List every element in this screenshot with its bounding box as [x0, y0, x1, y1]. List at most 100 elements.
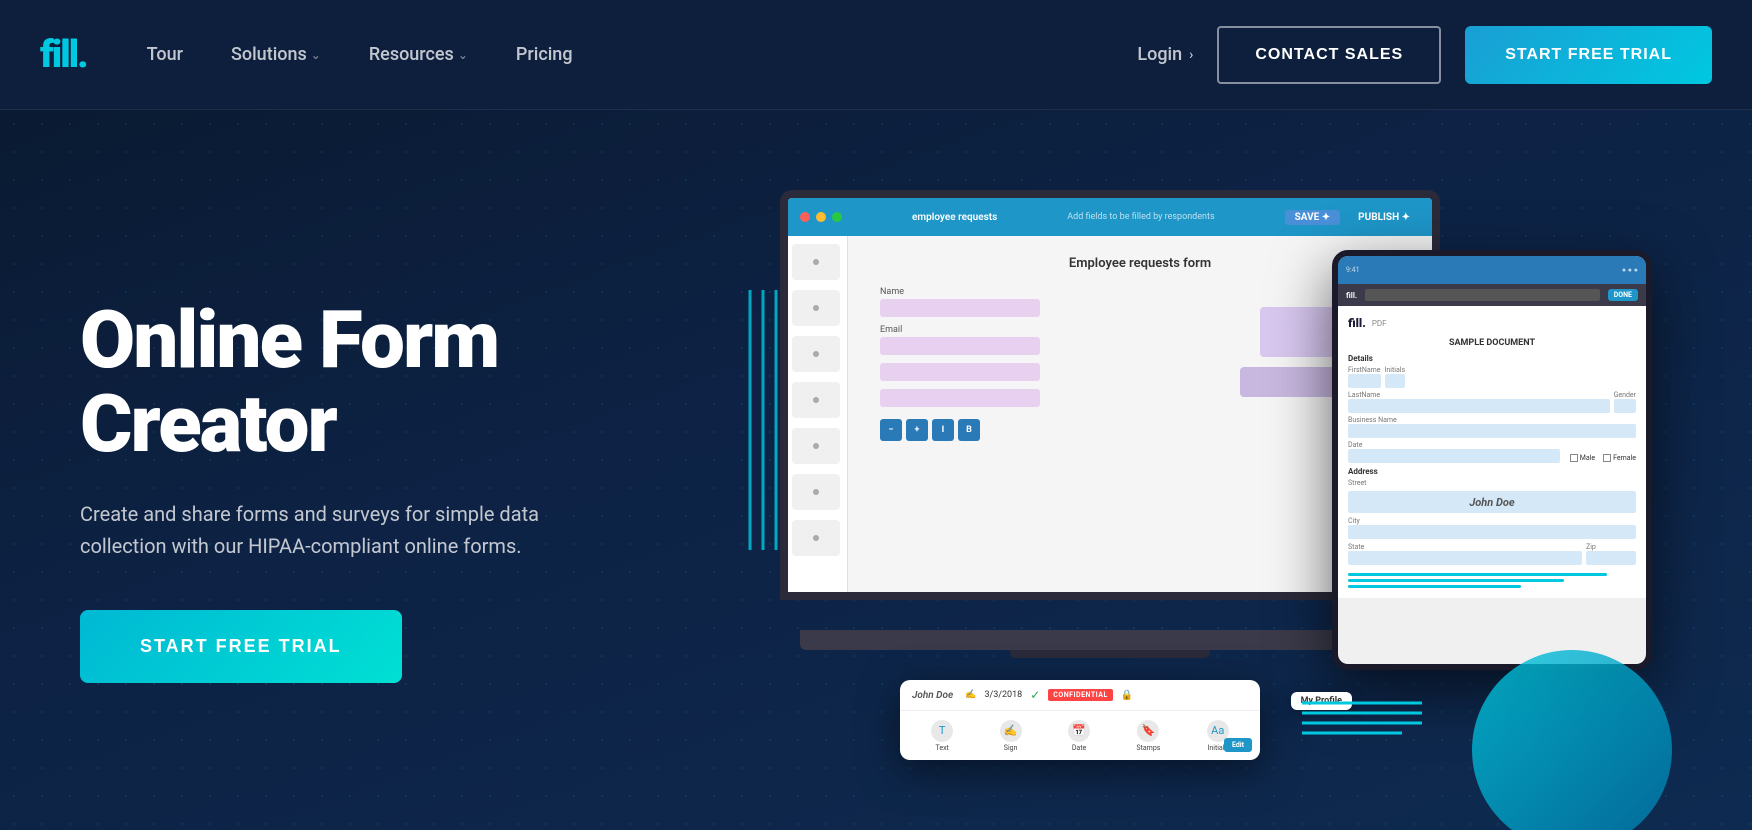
- nav-pricing[interactable]: Pricing: [516, 44, 573, 65]
- sig-date: 3/3/2018: [984, 690, 1022, 700]
- toolbar-btn-4: B: [958, 419, 980, 441]
- arrow-icon: ›: [1189, 47, 1193, 63]
- tablet-street-label: Street: [1348, 479, 1636, 487]
- tablet-state-label: State: [1348, 543, 1582, 551]
- sidebar-icon-7: [792, 520, 840, 556]
- deco-line-1: [1348, 573, 1607, 576]
- sig-italic: ✍: [965, 690, 976, 700]
- tablet-logo: fill.: [1348, 316, 1366, 330]
- sig-confidential-badge: CONFIDENTIAL: [1048, 689, 1113, 701]
- sig-stamps-tool[interactable]: 🔖 Stamps: [1136, 720, 1160, 752]
- tablet-gender-label: Gender: [1614, 391, 1636, 399]
- nav-tour[interactable]: Tour: [147, 44, 183, 65]
- sig-check-icon: ✓: [1030, 688, 1040, 702]
- name-label: Name: [880, 287, 1208, 297]
- tablet-john-doe-field: John Doe: [1348, 491, 1636, 513]
- nav-links: Tour Solutions ⌄ Resources ⌄ Pricing: [147, 44, 1138, 65]
- hero-section: Online Form Creator Create and share for…: [0, 110, 1752, 830]
- tablet-lastname-field: [1348, 399, 1610, 413]
- hero-subtitle: Create and share forms and surveys for s…: [80, 498, 600, 562]
- screen-publish-btn[interactable]: PUBLISH ✦: [1348, 210, 1420, 225]
- chevron-down-icon: ⌄: [311, 48, 321, 62]
- tablet-state-field: [1348, 551, 1582, 565]
- toolbar-btn-3: I: [932, 419, 954, 441]
- text-icon: T: [931, 720, 953, 742]
- deco-line-2: [1348, 579, 1564, 582]
- start-trial-nav-button[interactable]: START FREE TRIAL: [1465, 26, 1712, 84]
- window-dot-yellow: [816, 212, 826, 222]
- start-trial-hero-button[interactable]: START FREE TRIAL: [80, 610, 402, 683]
- nav-solutions[interactable]: Solutions ⌄: [231, 44, 321, 65]
- screen-subtitle: Add fields to be filled by respondents: [1067, 212, 1214, 222]
- field-3: [880, 363, 1040, 381]
- window-dot-red: [800, 212, 810, 222]
- sig-text-tool[interactable]: T Text: [931, 720, 953, 752]
- tablet-content: fill. PDF SAMPLE DOCUMENT Details FirstN…: [1338, 306, 1646, 598]
- nav-resources[interactable]: Resources ⌄: [369, 44, 468, 65]
- window-dot-green: [832, 212, 842, 222]
- decorative-teal-circle: [1472, 650, 1672, 830]
- tablet-time: 9:41: [1346, 266, 1360, 274]
- sig-date-tool[interactable]: 📅 Date: [1068, 720, 1090, 752]
- laptop-base: [800, 630, 1420, 650]
- toolbar-btn-1: −: [880, 419, 902, 441]
- tablet-city-field: [1348, 525, 1636, 539]
- deco-line-3: [1348, 585, 1521, 588]
- sig-edit-button[interactable]: Edit: [1224, 738, 1252, 752]
- tablet-business-field: [1348, 424, 1636, 438]
- tablet-firstname-field: [1348, 374, 1381, 388]
- tablet-firstname-label: FirstName: [1348, 366, 1381, 374]
- tablet-male-checkbox: Male: [1570, 454, 1595, 462]
- tablet-date-label: Date: [1348, 441, 1560, 449]
- screen-app-title: employee requests: [912, 212, 997, 223]
- tablet-doc-title: SAMPLE DOCUMENT: [1348, 338, 1636, 348]
- tablet-business-label: Business Name: [1348, 416, 1636, 424]
- tablet-date-field: [1348, 449, 1560, 463]
- email-input: [880, 337, 1040, 355]
- tablet-address-section: Address: [1348, 467, 1636, 476]
- hero-visual: employee requests Add fields to be fille…: [700, 170, 1672, 790]
- tablet-initials-label: Initials: [1385, 366, 1406, 374]
- form-fields-left: Name Email: [860, 287, 1228, 441]
- tablet-done-btn[interactable]: DONE: [1608, 289, 1638, 301]
- sig-name: John Doe: [912, 690, 953, 701]
- signature-bar: John Doe ✍ 3/3/2018 ✓ CONFIDENTIAL 🔒 T T…: [900, 680, 1260, 760]
- tablet-app-bar: fill. DONE: [1338, 284, 1646, 306]
- sidebar-icon-5: [792, 428, 840, 464]
- name-input: [880, 299, 1040, 317]
- tablet-app-name: fill.: [1346, 291, 1357, 300]
- tablet-status: ● ● ●: [1622, 266, 1638, 274]
- sidebar-icon-2: [792, 290, 840, 326]
- tablet-lastname-label: LastName: [1348, 391, 1610, 399]
- sidebar-icon-4: [792, 382, 840, 418]
- sidebar-icon-6: [792, 474, 840, 510]
- tablet-pdf-label: PDF: [1372, 319, 1636, 328]
- chevron-down-icon: ⌄: [458, 48, 468, 62]
- brand-logo[interactable]: fill.: [40, 33, 87, 77]
- hero-title: Online Form Creator: [80, 298, 640, 466]
- lock-icon: 🔒: [1121, 690, 1133, 701]
- screen-save-btn[interactable]: SAVE ✦: [1285, 210, 1341, 225]
- email-label: Email: [880, 325, 1208, 335]
- tablet-url-bar: [1365, 289, 1600, 301]
- tablet-gender-field: [1614, 399, 1636, 413]
- sidebar-icon-1: [792, 244, 840, 280]
- nav-right: Login › CONTACT SALES START FREE TRIAL: [1137, 26, 1712, 84]
- contact-sales-button[interactable]: CONTACT SALES: [1217, 26, 1441, 84]
- tablet-initials-field: [1385, 374, 1406, 388]
- tablet-mockup: 9:41 ● ● ● fill. DONE fill. PDF SAMPLE D…: [1332, 250, 1652, 670]
- sidebar-icon-3: [792, 336, 840, 372]
- field-4: [880, 389, 1040, 407]
- navbar: fill. Tour Solutions ⌄ Resources ⌄ Prici…: [0, 0, 1752, 110]
- date-icon: 📅: [1068, 720, 1090, 742]
- decorative-horiz-lines: [1302, 695, 1422, 735]
- login-link[interactable]: Login ›: [1137, 44, 1193, 65]
- tablet-female-checkbox: Female: [1603, 454, 1636, 462]
- tablet-zip-label: Zip: [1586, 543, 1636, 551]
- sig-sign-tool[interactable]: ✍ Sign: [1000, 720, 1022, 752]
- tablet-details-section: Details: [1348, 354, 1636, 363]
- stamps-icon: 🔖: [1137, 720, 1159, 742]
- tablet-zip-field: [1586, 551, 1636, 565]
- tablet-city-label: City: [1348, 517, 1636, 525]
- hero-text-block: Online Form Creator Create and share for…: [80, 278, 640, 683]
